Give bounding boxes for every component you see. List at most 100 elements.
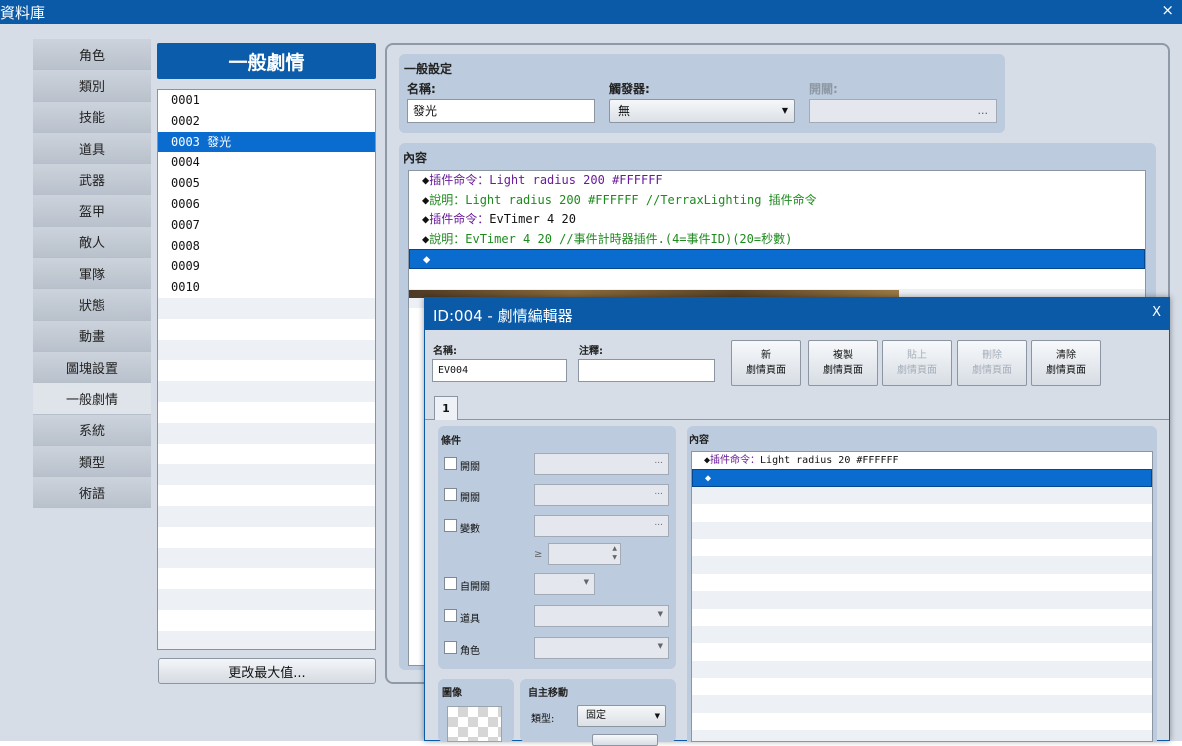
paste-page-label-2: 劇情頁面: [897, 365, 937, 376]
command-empty-row: [692, 730, 1152, 741]
list-item[interactable]: 0007: [158, 215, 375, 236]
switch-field[interactable]: ...: [809, 99, 997, 123]
close-icon[interactable]: ×: [1161, 1, 1174, 19]
category-animations[interactable]: 動畫: [33, 320, 151, 352]
category-classes[interactable]: 類別: [33, 70, 151, 102]
command-text: EvTimer 4 20 //事件計時器插件.(4=事件ID)(20=秒數): [465, 231, 793, 246]
command-row[interactable]: ◆說明：Light radius 200 #FFFFFF //TerraxLig…: [409, 191, 1145, 211]
new-page-label-2: 劇情頁面: [746, 365, 786, 376]
category-items[interactable]: 道具: [33, 132, 151, 165]
ellipsis-icon: ...: [654, 456, 663, 466]
dialog-note-field[interactable]: [578, 359, 715, 382]
command-row-selected[interactable]: ◆: [692, 469, 1152, 487]
general-settings-group: 一般設定 名稱: 發光 觸發器: 無 ▼ 開關: ...: [399, 54, 1005, 133]
category-states[interactable]: 狀態: [33, 289, 151, 321]
close-icon[interactable]: X: [1152, 305, 1161, 320]
switch2-field[interactable]: ...: [534, 484, 669, 506]
change-maximum-button[interactable]: 更改最大值...: [158, 658, 376, 684]
list-empty-row: [158, 610, 375, 631]
command-empty-row: [692, 625, 1152, 644]
trigger-label: 觸發器:: [609, 82, 650, 96]
move-type-label: 類型:: [531, 714, 555, 725]
command-empty-row: [409, 269, 1145, 289]
paste-page-button[interactable]: 貼上 劇情頁面: [882, 340, 952, 386]
delete-page-label-1: 刪除: [982, 350, 1002, 361]
event-editor-dialog: ID:004 - 劇情編輯器 X 名稱: EV004 注釋: 新劇情頁面 複製劇…: [424, 297, 1170, 746]
command-head: 說明：: [429, 231, 466, 246]
command-row[interactable]: ◆插件命令：Light radius 200 #FFFFFF: [409, 171, 1145, 191]
category-skills[interactable]: 技能: [33, 101, 151, 133]
category-enemies[interactable]: 敵人: [33, 226, 151, 259]
copy-page-button[interactable]: 複製 劇情頁面: [808, 340, 878, 386]
ellipsis-icon: ...: [654, 518, 663, 528]
new-page-button[interactable]: 新劇情頁面: [731, 340, 801, 386]
switch2-checkbox[interactable]: [444, 488, 457, 501]
clear-page-button[interactable]: 清除 劇情頁面: [1031, 340, 1101, 386]
list-item[interactable]: 0006: [158, 194, 375, 215]
diamond-icon: ◆: [423, 252, 431, 267]
list-empty-row: [158, 547, 375, 569]
route-button[interactable]: [592, 734, 658, 746]
list-item[interactable]: 0001: [158, 90, 375, 111]
move-type-select[interactable]: 固定 ▼: [577, 705, 666, 727]
self-switch-select[interactable]: ▼: [534, 573, 595, 595]
chevron-down-icon: ▼: [657, 610, 663, 618]
paste-page-label-1: 貼上: [907, 350, 927, 361]
variable-checkbox[interactable]: [444, 519, 457, 532]
category-actors[interactable]: 角色: [33, 39, 151, 71]
list-item[interactable]: 0002: [158, 111, 375, 132]
category-terms[interactable]: 術語: [33, 477, 151, 509]
category-tilesets[interactable]: 圖塊設置: [33, 351, 151, 384]
list-empty-row: [158, 297, 375, 319]
command-head: 插件命令：: [429, 173, 490, 187]
autonomous-movement-title: 自主移動: [528, 688, 568, 699]
actor-checkbox[interactable]: [444, 641, 457, 654]
list-item-selected[interactable]: 0003 發光: [158, 131, 375, 153]
trigger-value: 無: [618, 104, 631, 118]
variable-value-stepper[interactable]: ▲ ▼: [548, 543, 621, 565]
category-system[interactable]: 系統: [33, 414, 151, 446]
actor-select[interactable]: ▼: [534, 637, 669, 659]
common-event-list[interactable]: 0001 0002 0003 發光 0004 0005 0006 0007 00…: [157, 89, 376, 650]
delete-page-button[interactable]: 刪除 劇情頁面: [957, 340, 1027, 386]
category-troops[interactable]: 軍隊: [33, 258, 151, 290]
command-row-selected[interactable]: ◆: [409, 249, 1145, 269]
conditions-group: 條件 開關 ... 開關 ... 變數 ... ≥ ▲ ▼ 自開關 ▼ 道具 ▼ …: [438, 426, 676, 669]
category-armors[interactable]: 盔甲: [33, 195, 151, 227]
actor-label: 角色: [460, 646, 480, 657]
command-empty-row: [692, 695, 1152, 713]
stepper-arrows-icon: ▲ ▼: [612, 545, 617, 561]
tab-page-1[interactable]: 1: [434, 396, 458, 420]
switch2-label: 開關: [460, 493, 480, 504]
switch1-field[interactable]: ...: [534, 453, 669, 475]
category-types[interactable]: 類型: [33, 445, 151, 478]
list-item[interactable]: 0005: [158, 173, 375, 194]
category-common-events[interactable]: 一般劇情: [33, 383, 151, 415]
variable-field[interactable]: ...: [534, 515, 669, 537]
command-empty-row: [692, 521, 1152, 539]
window-titlebar: 資料庫 ×: [0, 0, 1182, 24]
chevron-down-icon: ▼: [657, 642, 663, 650]
list-item[interactable]: 0009: [158, 256, 375, 277]
list-item[interactable]: 0010: [158, 277, 375, 298]
switch1-checkbox[interactable]: [444, 457, 457, 470]
self-switch-checkbox[interactable]: [444, 577, 457, 590]
switch-label: 開關:: [809, 82, 838, 96]
dialog-command-list[interactable]: ◆插件命令：Light radius 20 #FFFFFF ◆: [691, 451, 1153, 742]
event-image-preview[interactable]: [447, 706, 502, 742]
command-text: Light radius 200 #FFFFFF: [489, 173, 663, 187]
item-label: 道具: [460, 614, 480, 625]
command-row[interactable]: ◆說明：EvTimer 4 20 //事件計時器插件.(4=事件ID)(20=秒…: [409, 230, 1145, 250]
item-checkbox[interactable]: [444, 609, 457, 622]
name-field[interactable]: 發光: [407, 99, 595, 123]
dialog-name-field[interactable]: EV004: [432, 359, 567, 382]
command-row[interactable]: ◆插件命令：Light radius 20 #FFFFFF: [692, 452, 1152, 469]
list-item[interactable]: 0004: [158, 152, 375, 173]
list-empty-row: [158, 485, 375, 506]
command-row[interactable]: ◆插件命令：EvTimer 4 20: [409, 210, 1145, 230]
list-item[interactable]: 0008: [158, 236, 375, 257]
category-weapons[interactable]: 武器: [33, 164, 151, 196]
command-empty-row: [692, 609, 1152, 626]
trigger-select[interactable]: 無 ▼: [609, 99, 795, 123]
item-select[interactable]: ▼: [534, 605, 669, 627]
